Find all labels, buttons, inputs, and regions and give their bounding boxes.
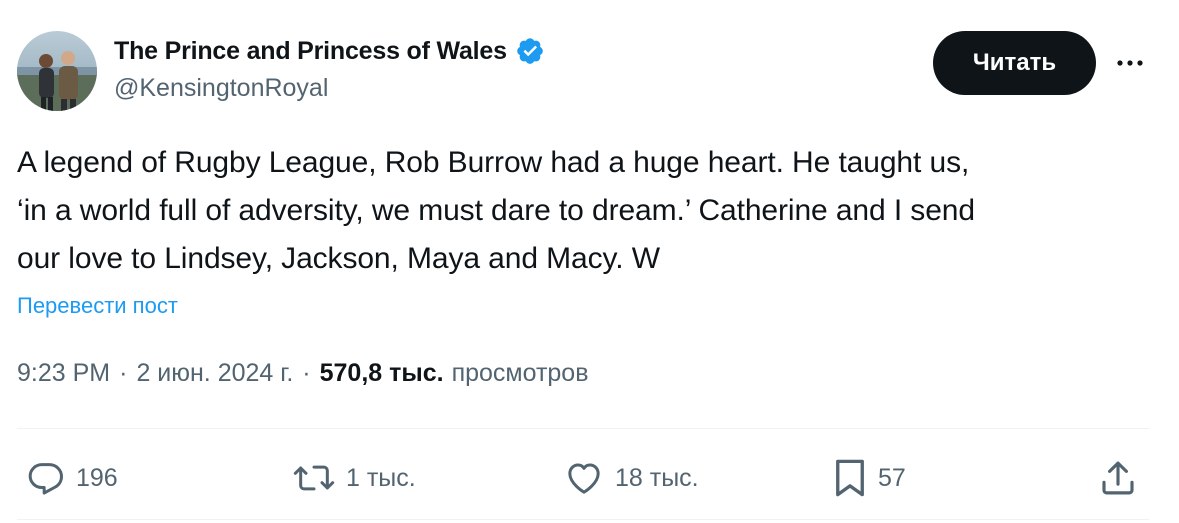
- share-button[interactable]: [1097, 450, 1139, 506]
- repost-button[interactable]: 1 тыс.: [292, 450, 416, 506]
- like-button[interactable]: 18 тыс.: [563, 450, 699, 506]
- tweet-card: The Prince and Princess of Wales @Kensin…: [0, 0, 1179, 523]
- meta-separator: ·: [302, 359, 311, 387]
- heart-icon: [563, 458, 605, 498]
- repost-count: 1 тыс.: [346, 463, 416, 492]
- handle[interactable]: @KensingtonRoyal: [114, 74, 545, 103]
- tweet-text: A legend of Rugby League, Rob Burrow had…: [17, 146, 975, 275]
- tweet-date[interactable]: 2 июн. 2024 г.: [136, 359, 293, 388]
- avatar-photo: [17, 31, 97, 111]
- avatar[interactable]: [17, 31, 97, 111]
- translate-post-link[interactable]: Перевести пост: [17, 293, 178, 319]
- share-icon: [1097, 457, 1139, 499]
- tweet-meta: 9:23 PM · 2 июн. 2024 г. · 570,8 тыс. пр…: [17, 359, 589, 388]
- more-horizontal-icon[interactable]: [1108, 45, 1152, 81]
- like-count: 18 тыс.: [615, 463, 699, 492]
- divider: [17, 428, 1149, 429]
- meta-separator: ·: [119, 359, 128, 387]
- verified-badge-icon[interactable]: [515, 36, 545, 66]
- bookmark-count: 57: [878, 463, 906, 492]
- bookmark-button[interactable]: 57: [832, 450, 906, 506]
- reply-button[interactable]: 196: [26, 450, 118, 506]
- reply-count: 196: [76, 463, 118, 492]
- action-bar: 196 1 тыс. 18 тыс. 57: [0, 450, 1179, 506]
- divider: [17, 519, 1149, 520]
- bookmark-icon: [832, 457, 868, 499]
- views-label: просмотров: [451, 359, 589, 387]
- display-name[interactable]: The Prince and Princess of Wales: [114, 37, 507, 66]
- repost-icon: [292, 458, 336, 498]
- reply-icon: [26, 458, 66, 498]
- tweet-time[interactable]: 9:23 PM: [17, 359, 110, 388]
- follow-button[interactable]: Читать: [933, 31, 1096, 95]
- display-name-row: The Prince and Princess of Wales: [114, 34, 545, 68]
- views-count: 570,8 тыс.: [319, 359, 444, 387]
- author-block: The Prince and Princess of Wales @Kensin…: [114, 34, 545, 103]
